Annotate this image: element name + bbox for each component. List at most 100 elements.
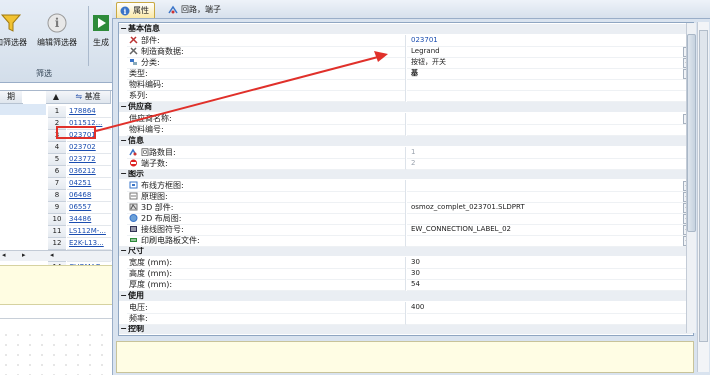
property-row[interactable]: 布线方框图:... (119, 180, 693, 192)
property-row[interactable]: 类型:基▼ (119, 68, 693, 80)
property-value[interactable] (407, 313, 693, 325)
section-control[interactable]: −控制 (119, 324, 693, 334)
part-reference-link[interactable]: 06557 (67, 202, 111, 214)
property-label-text: 厚度 (mm): (129, 280, 173, 289)
row-number[interactable]: 7 (48, 178, 66, 190)
row-number[interactable]: 10 (48, 214, 66, 226)
property-row[interactable]: 制造商数据:Legrand▼ (119, 46, 693, 58)
property-grid-scroll-thumb[interactable] (687, 34, 696, 232)
property-row[interactable]: 频率: (119, 313, 693, 325)
property-label-text: 宽度 (mm): (129, 258, 173, 267)
property-value[interactable]: 54 (407, 279, 693, 291)
section-graphic[interactable]: −图示 (119, 169, 693, 179)
property-row[interactable]: 物料编号: (119, 124, 693, 136)
property-row[interactable]: 高度 (mm): 30 (119, 268, 693, 280)
property-value-text: 30 (411, 258, 420, 266)
horizontal-scrollbar[interactable]: ◂ ▸ ◂ (0, 250, 112, 261)
property-value[interactable] (407, 124, 693, 136)
section-supplier[interactable]: −供应商 (119, 102, 693, 112)
3d-part-icon (129, 203, 138, 211)
panel-scroll-thumb[interactable] (699, 30, 708, 342)
scroll-left2-icon[interactable]: ◂ (50, 251, 54, 259)
collapse-icon[interactable]: − (119, 136, 128, 146)
part-reference-link[interactable]: E2K-L13... (67, 238, 111, 250)
row-number[interactable]: 4 (48, 142, 66, 154)
row-number[interactable]: 9 (48, 202, 66, 214)
row-number[interactable]: 8 (48, 190, 66, 202)
property-label-text: 类型: (129, 69, 148, 78)
part-reference-link[interactable]: 04251 (67, 178, 111, 190)
property-row[interactable]: 电压: 400 (119, 302, 693, 314)
collapse-icon[interactable]: − (119, 324, 128, 334)
section-size[interactable]: −尺寸 (119, 246, 693, 256)
play-icon (93, 15, 109, 31)
property-value-text: 基 (411, 69, 418, 77)
section-usage-label: 使用 (128, 291, 144, 300)
add-filter-label: 加筛选器 (0, 38, 27, 47)
property-value-text: 400 (411, 303, 425, 311)
row-number[interactable]: 12 (48, 238, 66, 250)
ribbon-group-label: 筛选 (36, 69, 52, 78)
property-row[interactable]: 原理图:... (119, 191, 693, 203)
section-info[interactable]: −信息 (119, 136, 693, 146)
part-reference-link[interactable]: LS112M-... (67, 226, 111, 238)
grid-header-reference[interactable]: ⇋ 基准 (66, 91, 111, 104)
tab-circuit[interactable]: 回路，端子 (165, 2, 226, 17)
terminal-icon (130, 159, 137, 167)
collapse-icon[interactable]: − (119, 169, 128, 179)
tab-properties[interactable]: i 属性 (116, 2, 155, 18)
dot-grid-canvas[interactable] (0, 330, 112, 375)
row-number[interactable]: 5 (48, 154, 66, 166)
property-row[interactable]: 支座: (119, 335, 693, 336)
part-reference-link[interactable]: 178864 (67, 106, 111, 118)
property-label-text: 接线图符号: (141, 225, 184, 234)
scroll-right-icon[interactable]: ▸ (22, 251, 26, 259)
property-value[interactable] (407, 335, 694, 336)
row-number[interactable]: 1 (48, 106, 66, 118)
property-row[interactable]: 2D 布局图:... (119, 213, 693, 225)
section-supplier-label: 供应商 (128, 102, 152, 111)
property-row[interactable]: 宽度 (mm): 30 (119, 257, 693, 269)
left-selected-row[interactable] (0, 104, 46, 115)
row-number[interactable]: 6 (48, 166, 66, 178)
property-row[interactable]: 分类:按钮，开关... (119, 57, 693, 69)
property-label-text: 分类: (141, 58, 160, 67)
property-row[interactable]: 供应商名称:▼ (119, 113, 693, 125)
grid-header-period[interactable]: 期 (0, 91, 23, 104)
pcb-icon (130, 238, 137, 242)
property-label: 端子数: (127, 158, 406, 170)
collapse-icon[interactable]: − (119, 102, 128, 112)
property-value[interactable]: ... (407, 235, 693, 247)
collapse-icon[interactable]: − (119, 291, 128, 301)
section-usage[interactable]: −使用 (119, 291, 693, 301)
row-number[interactable]: 11 (48, 226, 66, 238)
property-row[interactable]: 印刷电路板文件:... (119, 235, 693, 247)
collapse-icon[interactable]: − (119, 24, 128, 34)
property-value[interactable] (407, 90, 693, 102)
property-row[interactable]: 系列: (119, 90, 693, 102)
part-reference-link[interactable]: 34486 (67, 214, 111, 226)
edit-filter-button[interactable]: i 编辑筛选器 (32, 12, 82, 62)
property-label-text: 3D 部件: (141, 203, 174, 212)
part-reference-link[interactable]: 023702 (67, 142, 111, 154)
property-row[interactable]: 3D 部件:osmoz_complet_023701.SLDPRT... (119, 202, 693, 214)
part-reference-link[interactable]: 023772 (67, 154, 111, 166)
property-row[interactable]: 接线图符号:EW_CONNECTION_LABEL_02... (119, 224, 693, 236)
property-row[interactable]: 端子数: 2 (119, 158, 693, 170)
property-label-text: 原理图: (141, 192, 168, 201)
add-filter-button[interactable]: 加筛选器 (0, 12, 30, 62)
generate-button[interactable]: 生成 (86, 12, 112, 62)
property-value[interactable]: 2 (407, 158, 693, 170)
scroll-left-icon[interactable]: ◂ (2, 251, 6, 259)
section-basic[interactable]: −基本信息 (119, 24, 693, 34)
property-label-text: 端子数: (141, 159, 168, 168)
property-row[interactable]: 回路数目: 1 (119, 147, 693, 159)
property-row[interactable]: 部件: 023701 (119, 35, 693, 47)
collapse-icon[interactable]: − (119, 246, 128, 256)
property-row[interactable]: 厚度 (mm): 54 (119, 279, 693, 291)
grid-header-sort[interactable]: ▲ (46, 91, 67, 104)
property-row[interactable]: 物料编码: (119, 79, 693, 91)
property-label-text: 印刷电路板文件: (141, 236, 200, 245)
part-reference-link[interactable]: 036212 (67, 166, 111, 178)
part-reference-link[interactable]: 06468 (67, 190, 111, 202)
